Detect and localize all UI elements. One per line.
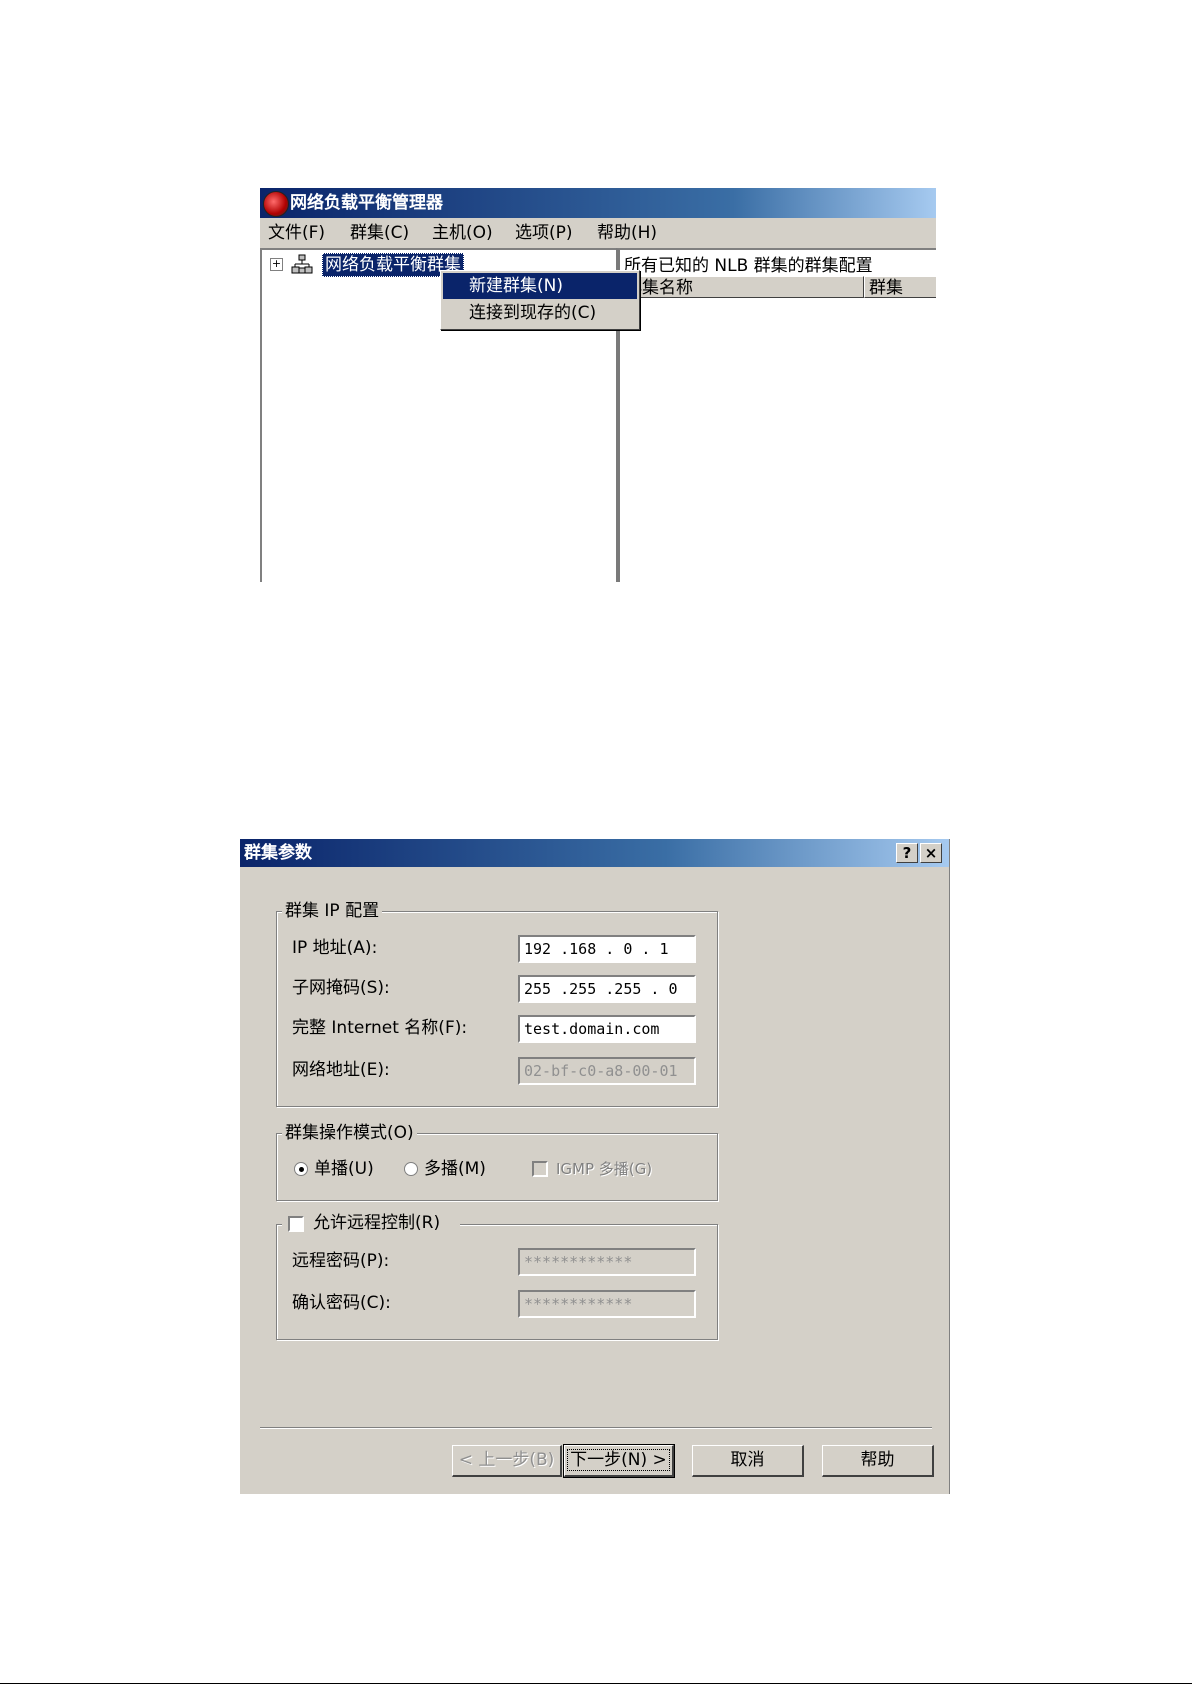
fqdn-label: 完整 Internet 名称(F): [292, 1018, 468, 1038]
menu-bar: 文件(F) 群集(C) 主机(O) 选项(P) 帮助(H) [260, 218, 936, 248]
confirm-password-label: 确认密码(C): [292, 1293, 391, 1313]
cluster-ip-legend: 群集 IP 配置 [282, 901, 383, 921]
window-title: 网络负载平衡管理器 [290, 193, 443, 213]
help-icon[interactable]: ? [896, 843, 918, 863]
unicast-label[interactable]: 单播(U) [314, 1157, 374, 1181]
multicast-label[interactable]: 多播(M) [424, 1157, 486, 1181]
help-button[interactable]: 帮助 [822, 1445, 934, 1477]
menu-cluster[interactable]: 群集(C) [350, 218, 409, 248]
next-button[interactable]: 下一步(N) > [563, 1444, 675, 1478]
column-cluster-name[interactable]: 群集名称 [620, 276, 864, 298]
menu-host[interactable]: 主机(O) [432, 218, 493, 248]
next-button-label: 下一步(N) > [567, 1449, 670, 1471]
operation-mode-legend: 群集操作模式(O) [282, 1123, 417, 1143]
remote-password-label: 远程密码(P): [292, 1251, 390, 1271]
network-cluster-icon [291, 254, 313, 274]
remote-control-label[interactable]: 允许远程控制(R) [310, 1213, 444, 1233]
page-footer-line [0, 1683, 1192, 1684]
multicast-radio[interactable] [404, 1162, 418, 1176]
details-header: 所有已知的 NLB 群集的群集配置 [624, 256, 873, 276]
title-bar[interactable]: 网络负载平衡管理器 [260, 188, 936, 218]
subnet-mask-input[interactable]: 255 .255 .255 . 0 [518, 975, 696, 1003]
fqdn-input[interactable]: test.domain.com [518, 1015, 696, 1043]
tree-expand-icon[interactable]: + [270, 258, 283, 271]
cluster-parameters-dialog: 群集参数 ? × 群集 IP 配置 IP 地址(A): 192 .168 . 0… [240, 839, 950, 1494]
ip-address-input[interactable]: 192 .168 . 0 . 1 [518, 935, 696, 963]
subnet-mask-label: 子网掩码(S): [292, 978, 390, 998]
dialog-title-bar[interactable]: 群集参数 ? × [240, 839, 949, 867]
igmp-checkbox [532, 1161, 548, 1177]
context-menu: 新建群集(N) 连接到现存的(C) [440, 270, 640, 330]
column-cluster[interactable]: 群集 [864, 276, 936, 298]
network-address-label: 网络地址(E): [292, 1060, 390, 1080]
back-button: < 上一步(B) [452, 1445, 562, 1477]
close-icon[interactable]: × [920, 843, 942, 863]
details-pane: 所有已知的 NLB 群集的群集配置 群集名称 群集 [616, 248, 936, 582]
dialog-title: 群集参数 [244, 843, 312, 863]
menu-options[interactable]: 选项(P) [515, 218, 573, 248]
menu-item-connect-existing[interactable]: 连接到现存的(C) [443, 300, 637, 326]
nlb-manager-window: 网络负载平衡管理器 文件(F) 群集(C) 主机(O) 选项(P) 帮助(H) … [260, 188, 936, 582]
cancel-button[interactable]: 取消 [692, 1445, 804, 1477]
button-separator [260, 1427, 932, 1429]
remote-password-input: ************ [518, 1248, 696, 1276]
remote-control-checkbox[interactable] [288, 1216, 304, 1232]
remote-control-group [276, 1224, 718, 1340]
ip-address-label: IP 地址(A): [292, 938, 378, 958]
menu-help[interactable]: 帮助(H) [597, 218, 657, 248]
unicast-radio[interactable] [294, 1162, 308, 1176]
app-icon [263, 191, 289, 217]
igmp-label: IGMP 多播(G) [556, 1160, 653, 1178]
network-address-input: 02-bf-c0-a8-00-01 [518, 1057, 696, 1085]
menu-item-new-cluster[interactable]: 新建群集(N) [443, 273, 637, 299]
confirm-password-input: ************ [518, 1290, 696, 1318]
menu-file[interactable]: 文件(F) [268, 218, 325, 248]
